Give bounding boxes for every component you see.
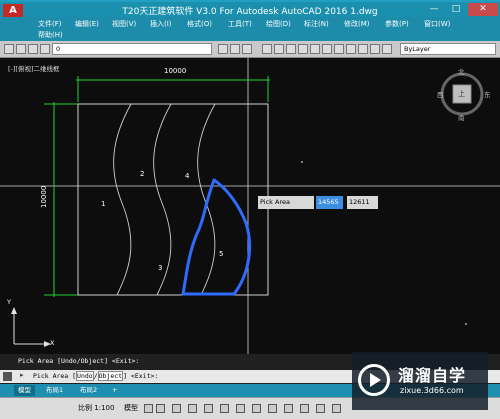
layer-dropdown[interactable]: 0 (52, 43, 212, 55)
workspace-icon[interactable] (300, 404, 309, 413)
watermark-brand: 溜溜自学 (398, 366, 467, 385)
play-logo-icon (358, 364, 390, 396)
model-space-button[interactable]: 模型 (124, 403, 138, 413)
viewcube-top-label[interactable]: 上 (458, 89, 465, 99)
dot-marker-2 (465, 323, 467, 325)
prompt-suffix: ] <Exit>: (123, 372, 159, 380)
isolate-icon[interactable] (382, 44, 392, 54)
menu-modify[interactable]: 修改(M) (344, 19, 370, 29)
region-label-2: 2 (140, 170, 145, 178)
menu-edit[interactable]: 编辑(E) (75, 19, 99, 29)
grid-icon[interactable] (144, 404, 153, 413)
dimension-icon[interactable] (334, 44, 344, 54)
menu-window[interactable]: 窗口(W) (424, 19, 450, 29)
snap-icon[interactable] (156, 404, 165, 413)
otrack-icon[interactable] (220, 404, 229, 413)
menu-parameters[interactable]: 参数(P) (385, 19, 409, 29)
pick-area-input-2[interactable]: 12611 (347, 196, 378, 209)
polar-icon[interactable] (188, 404, 197, 413)
region-label-1: 1 (101, 200, 106, 208)
menu-dimension[interactable]: 标注(N) (304, 19, 329, 29)
region-label-4: 4 (185, 172, 190, 180)
color-icon[interactable] (358, 44, 368, 54)
scale-indicator[interactable]: 比例 1:100 (78, 403, 114, 413)
layer-properties-icon[interactable] (4, 44, 14, 54)
properties-icon[interactable] (346, 44, 356, 54)
ortho-icon[interactable] (172, 404, 181, 413)
menu-draw[interactable]: 绘图(D) (266, 19, 291, 29)
region-label-5: 5 (219, 250, 224, 258)
osnap-icon[interactable] (204, 404, 213, 413)
prompt-arrow-icon: ▸ (20, 371, 24, 379)
menu-format[interactable]: 格式(O) (187, 19, 212, 29)
settings-icon[interactable] (332, 404, 341, 413)
lock-icon[interactable] (40, 44, 50, 54)
watermark: 溜溜自学 zixue.3d66.com (352, 352, 488, 410)
menu-view[interactable]: 视图(V) (112, 19, 136, 29)
ucs-x-label: X (50, 339, 55, 347)
ucs-y-arrow (11, 307, 17, 314)
customize-icon[interactable] (3, 372, 12, 381)
compass-west[interactable]: 西 (437, 89, 444, 99)
layer-state-icon[interactable] (370, 44, 380, 54)
drawing-canvas[interactable]: [-][俯视]二维线框 10000 10000 1 2 3 4 5 北 西 东 … (0, 58, 500, 354)
ucs-y-label: Y (7, 298, 11, 306)
lineweight-icon[interactable] (236, 404, 245, 413)
make-current-icon[interactable] (218, 44, 228, 54)
menu-bar: 文件(F) 编辑(E) 视图(V) 插入(I) 格式(O) 工具(T) 绘图(D… (0, 17, 500, 41)
close-button[interactable]: ✕ (468, 3, 498, 16)
linetype-dropdown[interactable]: ByLayer (400, 43, 496, 55)
wave-curve-1 (113, 103, 132, 296)
match-layer-icon[interactable] (230, 44, 240, 54)
command-history: Pick Area [Undo/Object] <Exit>: (18, 357, 140, 365)
dot-marker-1 (301, 161, 303, 163)
region-label-3: 3 (158, 264, 163, 272)
block-icon[interactable] (286, 44, 296, 54)
horizontal-dimension-text: 10000 (164, 67, 187, 75)
tab-layout2[interactable]: 布局2 (76, 385, 101, 396)
menu-help[interactable]: 帮助(H) (38, 30, 63, 40)
menu-insert[interactable]: 插入(I) (150, 19, 172, 29)
transparency-icon[interactable] (252, 404, 261, 413)
layer-toolbar: 0 ByLayer (0, 41, 500, 58)
tab-model[interactable]: 模型 (14, 385, 35, 396)
draw-tool-icon[interactable] (262, 44, 272, 54)
selected-area-boundary (181, 178, 252, 296)
tab-layout1[interactable]: 布局1 (42, 385, 67, 396)
text-icon[interactable] (310, 44, 320, 54)
units-icon[interactable] (316, 404, 325, 413)
option-object[interactable]: Object (97, 371, 124, 381)
pick-area-input-1[interactable]: 14565 (316, 196, 343, 209)
title-bar: A T20天正建筑软件 V3.0 For Autodesk AutoCAD 20… (0, 0, 500, 18)
lightbulb-icon[interactable] (16, 44, 26, 54)
drawing-svg (0, 58, 500, 354)
prompt-prefix: Pick Area [ (33, 372, 77, 380)
compass-south[interactable]: 南 (458, 112, 465, 122)
outer-rectangle (77, 103, 269, 296)
maximize-button[interactable]: □ (446, 3, 466, 16)
compass-east[interactable]: 东 (484, 89, 491, 99)
add-layout-button[interactable]: + (108, 385, 121, 396)
minimize-button[interactable]: — (424, 3, 444, 16)
menu-file[interactable]: 文件(F) (38, 19, 62, 29)
sun-icon[interactable] (28, 44, 38, 54)
annotation-icon[interactable] (284, 404, 293, 413)
watermark-url: zixue.3d66.com (400, 386, 464, 395)
hatch-icon[interactable] (298, 44, 308, 54)
modify-tool-icon[interactable] (274, 44, 284, 54)
compass-north[interactable]: 北 (458, 66, 465, 76)
pick-area-label: Pick Area (258, 196, 314, 209)
command-prompt[interactable]: Pick Area [Undo/Object] <Exit>: (33, 371, 159, 381)
vertical-dimension-text: 10000 (40, 185, 48, 208)
option-undo[interactable]: Undo (76, 371, 94, 381)
selection-cycling-icon[interactable] (268, 404, 277, 413)
menu-tools[interactable]: 工具(T) (228, 19, 252, 29)
previous-layer-icon[interactable] (242, 44, 252, 54)
table-icon[interactable] (322, 44, 332, 54)
